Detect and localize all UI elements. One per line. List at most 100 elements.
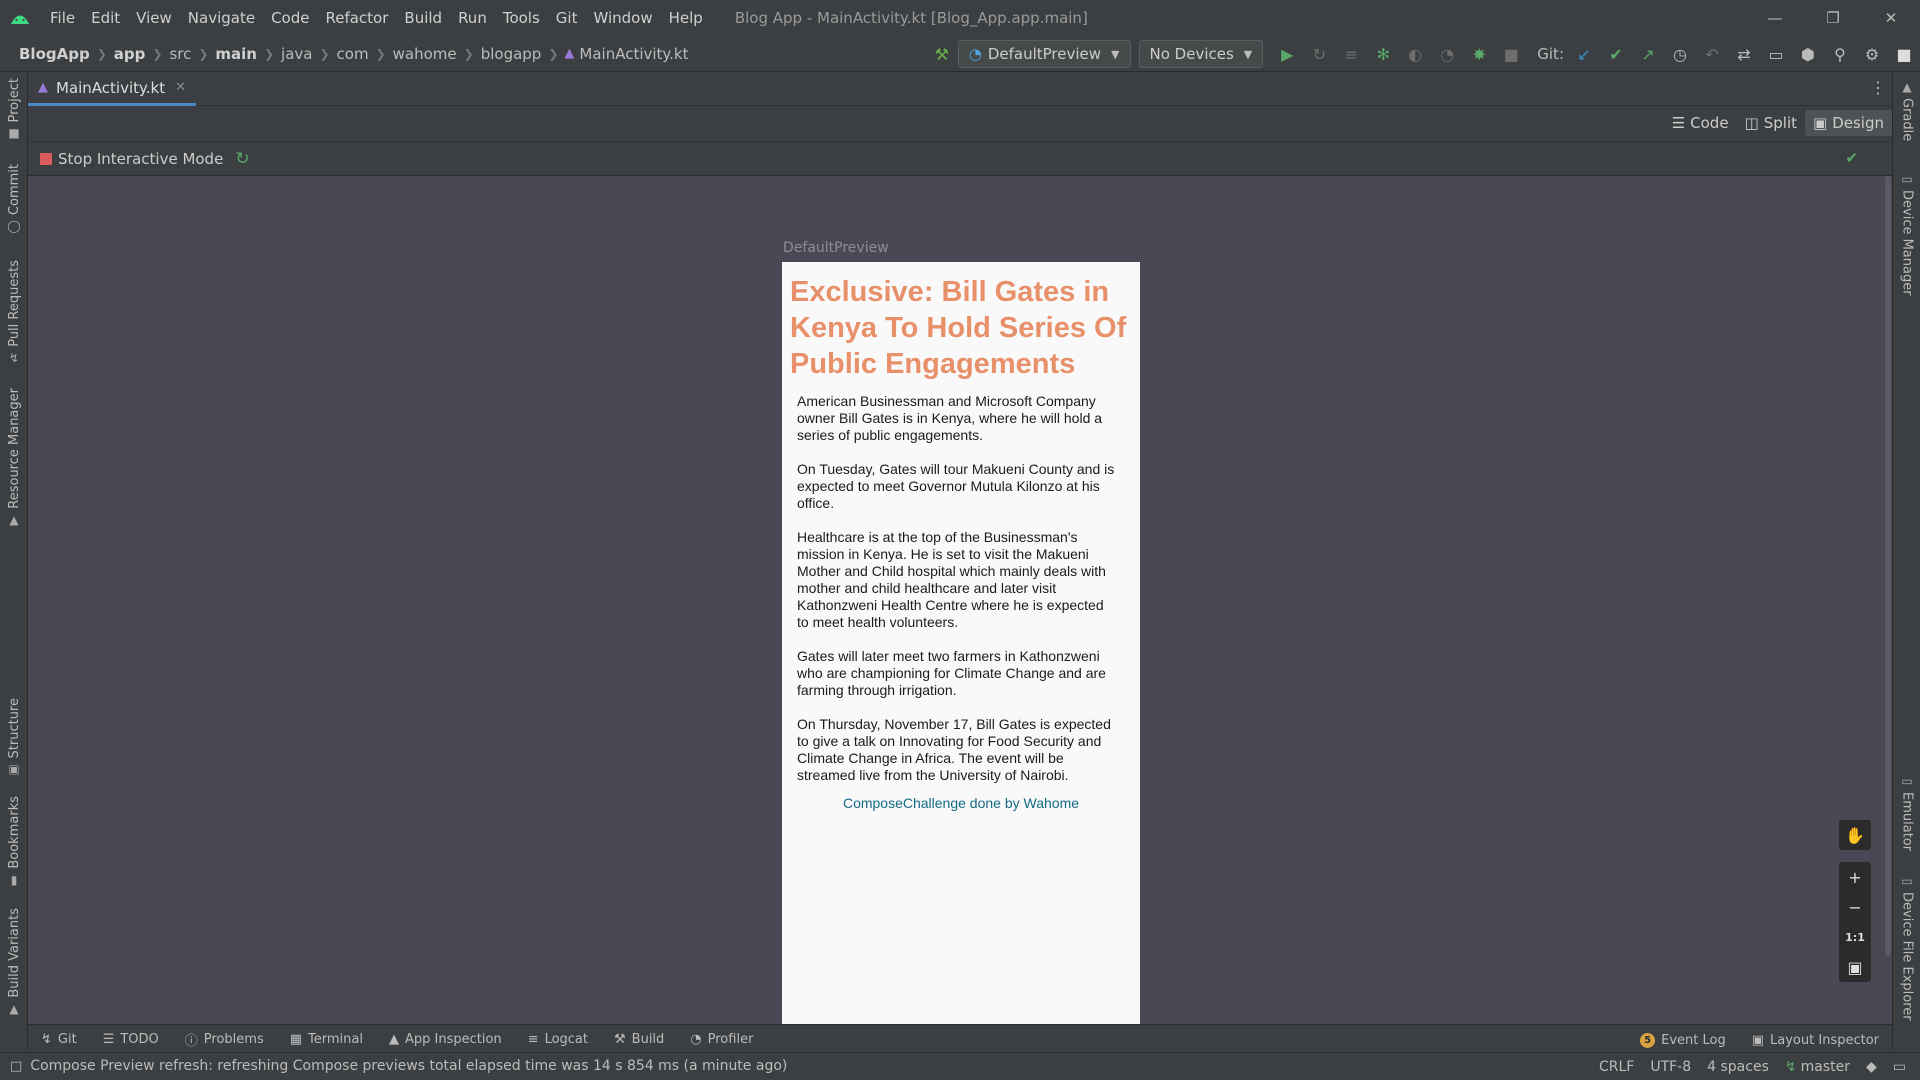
- breadcrumb-wahome[interactable]: wahome: [388, 45, 462, 63]
- pan-hand-icon[interactable]: ✋: [1839, 820, 1871, 850]
- rollback-icon[interactable]: ↶: [1696, 36, 1728, 72]
- window-title: Blog App - MainActivity.kt [Blog_App.app…: [734, 9, 1088, 27]
- breadcrumb-main[interactable]: main: [210, 45, 262, 63]
- breadcrumb-java[interactable]: java: [276, 45, 317, 63]
- more-options-icon[interactable]: ⋮: [1870, 78, 1886, 97]
- indent-setting[interactable]: 4 spaces: [1707, 1059, 1769, 1075]
- apply-code-changes-icon[interactable]: ≡: [1335, 36, 1367, 72]
- menu-refactor[interactable]: Refactor: [317, 0, 396, 36]
- android-icon: ▲: [9, 1001, 19, 1016]
- compose-preview[interactable]: Exclusive: Bill Gates in Kenya To Hold S…: [782, 262, 1140, 1024]
- breadcrumb-mainactivity[interactable]: MainActivity.kt: [574, 45, 693, 63]
- make-project-hammer-icon[interactable]: ⚒: [926, 36, 958, 72]
- profile-icon[interactable]: ◔: [1431, 36, 1463, 72]
- tool-project[interactable]: Project ■: [0, 78, 28, 140]
- menu-run[interactable]: Run: [450, 0, 495, 36]
- minimize-icon[interactable]: —: [1746, 0, 1804, 36]
- apply-changes-icon[interactable]: ↻: [1303, 36, 1335, 72]
- split-mode-button[interactable]: ◫ Split: [1737, 110, 1805, 136]
- notifications-icon[interactable]: ▭: [1893, 1059, 1906, 1075]
- structure-icon: ▣: [8, 762, 20, 777]
- search-icon[interactable]: ⚲: [1824, 36, 1856, 72]
- stop-interactive-icon[interactable]: [40, 152, 52, 165]
- tab-mainactivity[interactable]: ▲ MainActivity.kt ✕: [28, 72, 197, 106]
- line-separator[interactable]: CRLF: [1599, 1059, 1634, 1075]
- tool-structure[interactable]: Structure ▣: [0, 698, 28, 776]
- avatar-icon[interactable]: ■: [1888, 36, 1920, 72]
- breadcrumb-app[interactable]: app: [109, 45, 151, 63]
- breadcrumb-src[interactable]: src: [164, 45, 196, 63]
- tool-bookmarks[interactable]: Bookmarks ▮: [0, 796, 28, 887]
- preview-label: DefaultPreview: [783, 240, 889, 256]
- sdk-manager-icon[interactable]: ⬢: [1792, 36, 1824, 72]
- run-icon[interactable]: ▶: [1271, 36, 1303, 72]
- device-manager-icon[interactable]: ▭: [1760, 36, 1792, 72]
- status-message[interactable]: Compose Preview refresh: refreshing Comp…: [30, 1058, 787, 1074]
- restore-icon[interactable]: ❐: [1804, 0, 1862, 36]
- zoom-in-button[interactable]: +: [1839, 862, 1871, 892]
- tool-todo[interactable]: ☰ TODO: [90, 1032, 172, 1047]
- menu-file[interactable]: File: [42, 0, 83, 36]
- gear-icon[interactable]: ⚙: [1856, 36, 1888, 72]
- coverage-icon[interactable]: ◐: [1399, 36, 1431, 72]
- canvas-scrollbar[interactable]: [1884, 176, 1892, 1024]
- menu-build[interactable]: Build: [396, 0, 450, 36]
- breadcrumb-blogapp[interactable]: BlogApp: [14, 45, 95, 63]
- tool-app-inspection[interactable]: ▲ App Inspection: [376, 1032, 515, 1047]
- menu-edit[interactable]: Edit: [83, 0, 128, 36]
- chevron-right-icon: ❯: [548, 46, 559, 61]
- file-encoding[interactable]: UTF-8: [1650, 1059, 1691, 1075]
- zoom-out-button[interactable]: −: [1839, 892, 1871, 922]
- zoom-to-fit-icon[interactable]: ▣: [1839, 952, 1871, 982]
- git-branch[interactable]: ↯ master: [1785, 1059, 1850, 1075]
- close-tab-icon[interactable]: ✕: [175, 80, 186, 95]
- menu-help[interactable]: Help: [661, 0, 711, 36]
- tool-commit[interactable]: Commit ◯: [0, 164, 28, 233]
- attach-debugger-icon[interactable]: ✸: [1463, 36, 1495, 72]
- breadcrumb-blogapp-pkg[interactable]: blogapp: [476, 45, 547, 63]
- tool-device-manager[interactable]: ▭ Device Manager: [1893, 172, 1920, 296]
- tool-layout-inspector[interactable]: ▣ Layout Inspector: [1739, 1033, 1892, 1048]
- android-studio-logo-icon: [4, 0, 36, 36]
- debug-icon[interactable]: ✻: [1367, 36, 1399, 72]
- git-update-icon[interactable]: ↙: [1568, 36, 1600, 72]
- lock-icon[interactable]: ◆: [1866, 1059, 1877, 1075]
- tool-build-variants[interactable]: Build Variants ▲: [0, 908, 28, 1016]
- tool-resource-manager[interactable]: Resource Manager ▲: [0, 388, 28, 527]
- stop-interactive-mode-button[interactable]: Stop Interactive Mode: [58, 150, 223, 168]
- tool-problems[interactable]: ⓘ Problems: [172, 1030, 277, 1049]
- design-mode-button[interactable]: ▣ Design: [1805, 110, 1892, 136]
- tool-project-label: Project: [6, 78, 22, 123]
- stop-icon[interactable]: ■: [1495, 36, 1527, 72]
- article-paragraph: Gates will later meet two farmers in Kat…: [797, 648, 1106, 698]
- git-push-icon[interactable]: ↗: [1632, 36, 1664, 72]
- breadcrumb-com[interactable]: com: [332, 45, 374, 63]
- device-dropdown[interactable]: No Devices ▼: [1138, 40, 1264, 68]
- tool-build[interactable]: ⚒ Build: [601, 1032, 677, 1047]
- refresh-icon[interactable]: ↻: [235, 149, 249, 169]
- menu-tools[interactable]: Tools: [495, 0, 548, 36]
- history-icon[interactable]: ◷: [1664, 36, 1696, 72]
- status-toggle-icon[interactable]: □: [10, 1059, 22, 1074]
- run-configuration-dropdown[interactable]: ◔ DefaultPreview ▼: [957, 40, 1131, 68]
- tool-git[interactable]: ↯ Git: [28, 1032, 90, 1047]
- tool-logcat[interactable]: ≡ Logcat: [515, 1032, 601, 1047]
- tool-gradle[interactable]: ▲ Gradle: [1893, 80, 1920, 141]
- gradle-sync-icon[interactable]: ⇄: [1728, 36, 1760, 72]
- menu-window[interactable]: Window: [585, 0, 660, 36]
- git-commit-icon[interactable]: ✔: [1600, 36, 1632, 72]
- scrollbar-thumb[interactable]: [1885, 176, 1891, 956]
- menu-view[interactable]: View: [128, 0, 180, 36]
- code-mode-button[interactable]: ☰ Code: [1664, 110, 1737, 136]
- tool-event-log[interactable]: 5 Event Log: [1627, 1032, 1739, 1048]
- menu-navigate[interactable]: Navigate: [180, 0, 263, 36]
- tool-pull-requests[interactable]: Pull Requests ↯: [0, 260, 28, 365]
- tool-profiler[interactable]: ◔ Profiler: [677, 1032, 766, 1047]
- menu-code[interactable]: Code: [263, 0, 317, 36]
- tool-emulator[interactable]: ▭ Emulator: [1893, 774, 1920, 851]
- zoom-actual-size-button[interactable]: 1:1: [1839, 922, 1871, 952]
- tool-terminal[interactable]: ▦ Terminal: [277, 1032, 376, 1047]
- tool-device-file-explorer[interactable]: ▭ Device File Explorer: [1893, 874, 1920, 1021]
- menu-git[interactable]: Git: [548, 0, 586, 36]
- close-icon[interactable]: ✕: [1862, 0, 1920, 36]
